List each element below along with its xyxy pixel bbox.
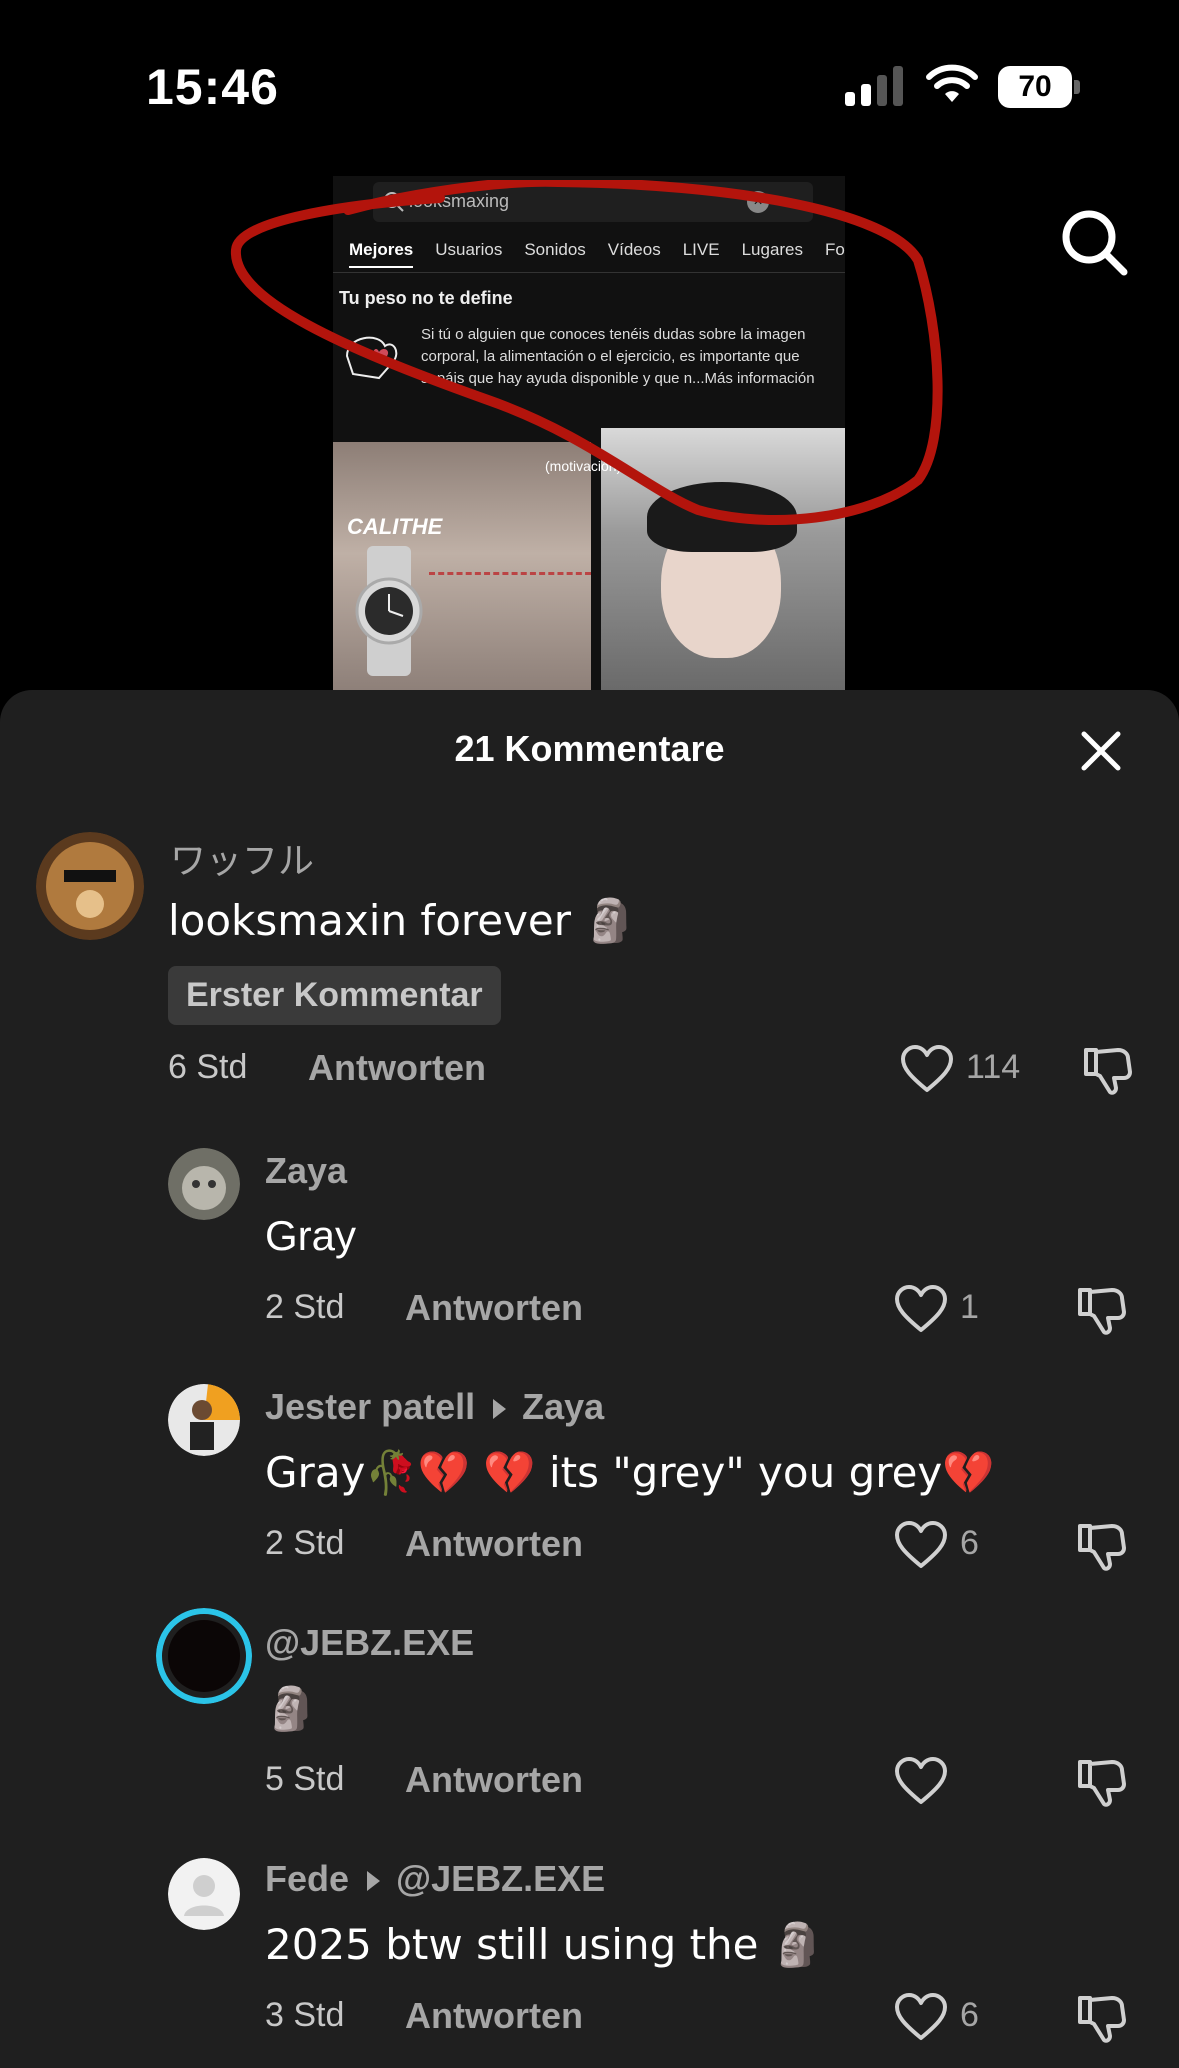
cellular-signal-icon (845, 66, 903, 106)
comment-username[interactable]: Jester patell Zaya (265, 1386, 604, 1428)
dislike-icon[interactable] (1076, 1520, 1128, 1572)
comment-time: 3 Std (265, 1996, 345, 2034)
heart-icon[interactable] (894, 1992, 948, 2042)
first-comment-badge: Erster Kommentar (168, 966, 501, 1025)
like-count: 6 (960, 1996, 979, 2034)
status-bar: 15:46 70 (0, 0, 1179, 175)
comment-username[interactable]: ワッフル (170, 832, 314, 884)
reply-button[interactable]: Antworten (405, 1759, 583, 1801)
reply-button[interactable]: Antworten (308, 1047, 486, 1089)
dislike-icon[interactable] (1076, 1992, 1128, 2044)
heart-icon[interactable] (894, 1284, 948, 1334)
battery-level: 70 (998, 66, 1072, 108)
dislike-icon[interactable] (1076, 1756, 1128, 1808)
reply-button[interactable]: Antworten (405, 1523, 583, 1565)
comment-text: 2025 btw still using the 🗿 (265, 1920, 825, 1969)
battery-icon: 70 (998, 66, 1080, 108)
comment-text: Gray🥀💔 💔 its "grey" you grey💔 (265, 1448, 995, 1497)
avatar[interactable] (168, 1384, 240, 1456)
like-count: 6 (960, 1524, 979, 1562)
comment-time: 2 Std (265, 1288, 345, 1326)
avatar-story-ring[interactable] (156, 1608, 252, 1704)
heart-icon[interactable] (900, 1044, 954, 1094)
red-annotation-circle (230, 180, 943, 525)
comment-text: Gray (265, 1212, 357, 1259)
avatar[interactable] (168, 1148, 240, 1220)
like-count: 1 (960, 1288, 979, 1326)
comments-sheet: 21 Kommentare ワッフル looksmaxin forever 🗿 … (0, 690, 1179, 2068)
reply-arrow-icon (493, 1399, 507, 1420)
heart-icon[interactable] (894, 1520, 948, 1570)
avatar[interactable] (36, 832, 144, 940)
dislike-icon[interactable] (1082, 1044, 1134, 1096)
comment-text: 🗿 (265, 1684, 318, 1733)
heart-icon[interactable] (894, 1756, 948, 1806)
comment-time: 2 Std (265, 1524, 345, 1562)
comment-username[interactable]: Zaya (265, 1150, 347, 1192)
reply-button[interactable]: Antworten (405, 1287, 583, 1329)
comment-time: 6 Std (168, 1048, 248, 1086)
avatar-placeholder[interactable] (168, 1858, 240, 1930)
status-time: 15:46 (146, 59, 279, 115)
comment-username[interactable]: Fede @JEBZ.EXE (265, 1858, 605, 1900)
comment-username[interactable]: @JEBZ.EXE (265, 1622, 474, 1664)
reply-arrow-icon (367, 1871, 381, 1892)
dislike-icon[interactable] (1076, 1284, 1128, 1336)
search-button[interactable] (1060, 208, 1130, 278)
reply-to-username: @JEBZ.EXE (396, 1858, 606, 1899)
watch-icon (355, 546, 423, 676)
reply-to-username: Zaya (522, 1386, 605, 1427)
like-count: 114 (966, 1048, 1021, 1086)
comment-text: looksmaxin forever 🗿 (168, 896, 637, 945)
close-icon[interactable] (1076, 726, 1126, 776)
reply-button[interactable]: Antworten (405, 1995, 583, 2037)
comment-time: 5 Std (265, 1760, 345, 1798)
wifi-icon (926, 64, 978, 102)
comments-count-title: 21 Kommentare (454, 728, 725, 769)
